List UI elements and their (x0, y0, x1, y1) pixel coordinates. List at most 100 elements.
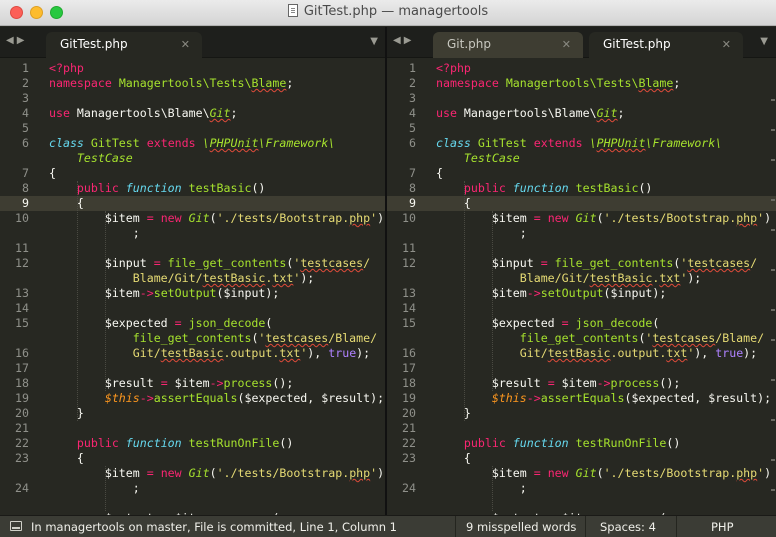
close-tab-icon[interactable]: ✕ (181, 38, 190, 51)
code-area[interactable]: <?php namespace Managertools\Tests\Blame… (49, 59, 385, 515)
code-line[interactable]: file_get_contents('testcases/Blame/ (49, 331, 377, 346)
left-editor-pane[interactable]: 1 2 3 4 5 6 7 8 9 10 11 12 13 14 15 16 17 18 19 20 21 22 23 24 … (0, 59, 385, 515)
code-line[interactable]: { (49, 166, 56, 181)
tab-dropdown-icon[interactable]: ▼ (370, 36, 378, 47)
tab-git[interactable]: Git.php ✕ (433, 32, 583, 58)
minimap-mark (771, 339, 775, 341)
indent-guide (77, 181, 78, 421)
line-number: 14 (402, 301, 416, 315)
indentation-status[interactable]: Spaces: 4 (600, 520, 656, 534)
line-number: 15 (15, 316, 29, 330)
code-line[interactable]: Git/testBasic.output.txt'), true); (49, 346, 370, 361)
document-icon (287, 4, 298, 17)
close-tab-icon[interactable]: ✕ (722, 38, 731, 51)
code-line[interactable]: { (436, 166, 443, 181)
line-number: 21 (402, 421, 416, 435)
indent-guide (492, 466, 493, 511)
line-number: 13 (402, 286, 416, 300)
code-line[interactable]: namespace Managertools\Tests\Blame; (436, 76, 680, 91)
code-line[interactable]: namespace Managertools\Tests\Blame; (49, 76, 293, 91)
line-number: 20 (402, 406, 416, 420)
code-line[interactable]: <?php (436, 61, 471, 76)
code-line[interactable]: public function testBasic() (49, 181, 266, 196)
code-line[interactable]: ; (436, 226, 527, 241)
line-number: 19 (402, 391, 416, 405)
tab-nav-arrows-icon[interactable]: ◀▶ (6, 35, 27, 46)
code-line[interactable]: { (436, 451, 471, 466)
code-line[interactable]: public function testRunOnFile() (436, 436, 680, 451)
code-line[interactable]: $this->assertEquals($expected, $result); (436, 391, 771, 406)
code-line[interactable]: $item = new Git('./tests/Bootstrap.php') (436, 211, 771, 226)
code-line[interactable]: TestCase (436, 151, 520, 166)
code-line[interactable]: class GitTest extends \PHPUnit\Framework… (49, 136, 335, 151)
right-editor-pane[interactable]: 1 2 3 4 5 6 7 8 9 10 11 12 13 14 15 16 17 18 19 20 21 22 23 24 … (387, 59, 776, 515)
tab-gittest-right[interactable]: GitTest.php ✕ (589, 32, 743, 58)
code-line[interactable]: use Managertools\Blame\Git; (436, 106, 625, 121)
code-line[interactable]: $item = new Git('./tests/Bootstrap.php') (436, 466, 771, 481)
line-number: 2 (22, 76, 29, 90)
minimap[interactable] (770, 59, 776, 515)
code-line[interactable]: { (49, 451, 84, 466)
code-line[interactable]: $this->assertEquals($expected, $result); (49, 391, 384, 406)
code-line[interactable]: $result = $item->process(); (49, 376, 294, 391)
code-line[interactable]: $input = file_get_contents('testcases/ (436, 256, 757, 271)
close-tab-icon[interactable]: ✕ (562, 38, 571, 51)
code-line[interactable]: Blame/Git/testBasic.txt'); (49, 271, 315, 286)
code-line[interactable]: { (436, 196, 471, 211)
code-line[interactable]: use Managertools\Blame\Git; (49, 106, 238, 121)
line-number: 5 (409, 121, 416, 135)
minimap-mark (771, 269, 775, 271)
code-line[interactable]: <?php (49, 61, 84, 76)
code-line[interactable]: public function testRunOnFile() (49, 436, 293, 451)
code-line[interactable]: ; (49, 226, 140, 241)
line-number: 17 (402, 361, 416, 375)
line-number: 12 (402, 256, 416, 270)
line-number-gutter: 1 2 3 4 5 6 7 8 9 10 11 12 13 14 15 16 17 18 19 20 21 22 23 24 (387, 59, 425, 515)
minimap-mark (771, 489, 775, 491)
code-line[interactable]: $item->setOutput($input); (49, 286, 280, 301)
code-line[interactable]: $expected = json_decode( (436, 316, 660, 331)
syntax-status[interactable]: PHP (711, 520, 734, 534)
tab-label: Git.php (447, 37, 491, 51)
code-line[interactable]: $item->setOutput($input); (436, 286, 667, 301)
code-line[interactable]: { (49, 196, 84, 211)
code-line[interactable]: $result = $item->process(); (436, 376, 681, 391)
line-number: 3 (22, 91, 29, 105)
code-line[interactable]: public function testBasic() (436, 181, 653, 196)
code-line[interactable]: } (436, 406, 471, 421)
line-number: 11 (402, 241, 416, 255)
tab-dropdown-icon[interactable]: ▼ (760, 36, 768, 47)
indent-guide (105, 466, 106, 511)
line-number: 15 (402, 316, 416, 330)
left-tab-bar: ◀▶ GitTest.php ✕ ▼ (0, 27, 386, 58)
code-line[interactable]: $item = new Git('./tests/Bootstrap.php') (49, 466, 384, 481)
minimap-mark (771, 129, 775, 131)
minimap-mark (771, 309, 775, 311)
code-line[interactable]: ; (49, 481, 140, 496)
code-line[interactable]: } (49, 406, 84, 421)
code-line[interactable]: file_get_contents('testcases/Blame/ (436, 331, 764, 346)
code-line[interactable]: Git/testBasic.output.txt'), true); (436, 346, 757, 361)
code-line[interactable]: class GitTest extends \PHPUnit\Framework… (436, 136, 722, 151)
code-line[interactable]: Blame/Git/testBasic.txt'); (436, 271, 702, 286)
code-line[interactable]: $item = new Git('./tests/Bootstrap.php') (49, 211, 384, 226)
panel-toggle-icon[interactable] (10, 521, 22, 531)
spelling-status[interactable]: 9 misspelled words (466, 520, 576, 534)
line-number: 16 (15, 346, 29, 360)
line-number: 2 (409, 76, 416, 90)
tab-gittest-left[interactable]: GitTest.php ✕ (46, 32, 202, 58)
code-line[interactable]: $expected = json_decode( (49, 316, 273, 331)
indent-guide (105, 211, 106, 391)
line-number: 18 (15, 376, 29, 390)
code-line[interactable]: $input = file_get_contents('testcases/ (49, 256, 370, 271)
minimap-mark (771, 419, 775, 421)
code-line[interactable]: TestCase (49, 151, 133, 166)
line-number: 12 (15, 256, 29, 270)
line-number: 8 (22, 181, 29, 195)
line-number: 6 (22, 136, 29, 150)
code-area[interactable]: <?php namespace Managertools\Tests\Blame… (436, 59, 776, 515)
tab-nav-arrows-icon[interactable]: ◀▶ (393, 35, 414, 46)
line-number: 7 (22, 166, 29, 180)
code-line[interactable]: ; (436, 481, 527, 496)
line-number: 3 (409, 91, 416, 105)
